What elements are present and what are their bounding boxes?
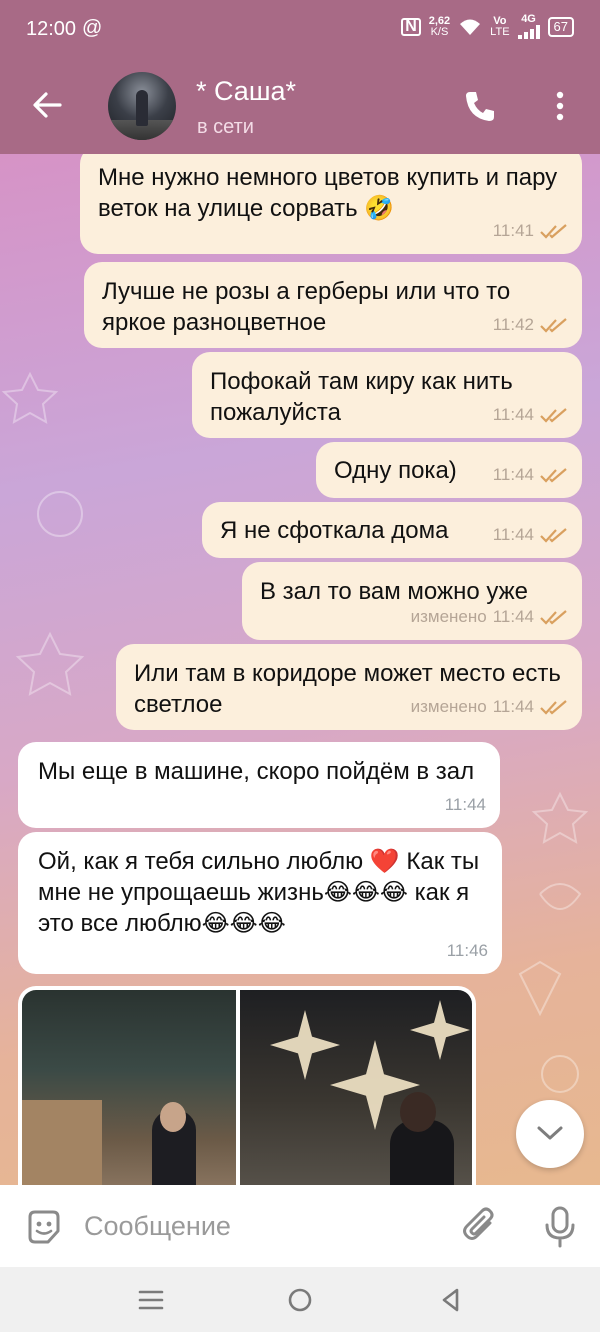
more-vertical-icon[interactable] bbox=[548, 88, 572, 124]
photo-thumbnail[interactable] bbox=[240, 990, 472, 1185]
message-meta: изменено 11:44 bbox=[411, 691, 568, 722]
message-meta: 11:44 bbox=[445, 789, 486, 820]
message-meta: 11:42 bbox=[493, 309, 568, 340]
read-ticks-icon bbox=[540, 527, 567, 543]
nav-back-icon[interactable] bbox=[436, 1285, 466, 1315]
message-outgoing[interactable]: В зал то вам можно уже изменено 11:44 bbox=[242, 562, 582, 640]
avatar-figure bbox=[136, 90, 148, 126]
volte-indicator: Vo LTE bbox=[490, 14, 510, 38]
chevron-down-icon bbox=[537, 1126, 563, 1140]
contact-name[interactable]: * Саша* bbox=[196, 76, 296, 107]
scroll-down-button[interactable] bbox=[516, 1100, 584, 1168]
contact-status: в сети bbox=[197, 116, 254, 138]
photo-thumbnail[interactable] bbox=[22, 990, 236, 1185]
message-time: 11:44 bbox=[492, 697, 534, 716]
message-time: 11:44 bbox=[444, 795, 486, 814]
sticker-emoji-icon[interactable] bbox=[24, 1207, 64, 1247]
photo-album[interactable] bbox=[18, 986, 476, 1185]
message-incoming[interactable]: Мы еще в машине, скоро пойдём в зал 11:4… bbox=[18, 742, 500, 828]
message-text: Мы еще в машине, скоро пойдём в зал bbox=[38, 758, 475, 785]
message-input[interactable] bbox=[84, 1205, 444, 1247]
at-symbol: @ bbox=[82, 17, 103, 39]
status-bar: 12:00 @ N 2,62 K/S Vo LTE 4G 67 bbox=[0, 0, 600, 58]
read-ticks-icon bbox=[540, 407, 567, 423]
speed-unit: K/S bbox=[430, 25, 449, 38]
read-ticks-icon bbox=[540, 467, 567, 483]
chat-area[interactable]: Мне нужно немного цветов купить и пару в… bbox=[0, 154, 600, 1185]
nav-home-icon[interactable] bbox=[285, 1285, 315, 1315]
nav-menu-icon[interactable] bbox=[136, 1285, 166, 1315]
message-meta: 11:46 bbox=[447, 935, 488, 966]
message-composer bbox=[0, 1185, 600, 1267]
message-outgoing[interactable]: Пофокай там киру как нить пожалуйста 11:… bbox=[192, 352, 582, 438]
message-text: Ой, как я тебя сильно люблю ❤️ Как ты мн… bbox=[38, 848, 480, 937]
battery-indicator: 67 bbox=[547, 16, 574, 37]
message-time: 11:46 bbox=[446, 941, 488, 960]
status-time: 12:00 bbox=[26, 18, 77, 40]
message-time: 11:44 bbox=[492, 525, 534, 544]
message-meta: 11:44 bbox=[493, 399, 568, 430]
phone-icon[interactable] bbox=[462, 88, 498, 124]
message-time: 11:42 bbox=[492, 315, 534, 334]
status-icons: N 2,62 K/S Vo LTE 4G 67 bbox=[401, 14, 574, 39]
volte-bottom: LTE bbox=[490, 25, 510, 38]
message-time: 11:44 bbox=[492, 465, 534, 484]
message-outgoing[interactable]: Одну пока) 11:44 bbox=[316, 442, 582, 498]
edited-label: изменено bbox=[410, 607, 487, 626]
network-type: 4G bbox=[521, 13, 536, 25]
signal-icon bbox=[517, 25, 540, 39]
message-incoming[interactable]: Ой, как я тебя сильно люблю ❤️ Как ты мн… bbox=[18, 832, 502, 974]
message-meta: 11:41 bbox=[493, 215, 568, 246]
message-time: 11:44 bbox=[492, 607, 534, 626]
system-nav-bar bbox=[0, 1267, 600, 1332]
photo-face bbox=[160, 1102, 186, 1132]
wifi-icon bbox=[460, 19, 481, 35]
message-time: 11:44 bbox=[492, 405, 534, 424]
message-outgoing[interactable]: Или там в коридоре может место есть свет… bbox=[116, 644, 582, 730]
photo-shelf bbox=[22, 1100, 102, 1185]
read-ticks-icon bbox=[540, 699, 567, 715]
photo-star-lamp bbox=[410, 1000, 470, 1060]
message-meta: 11:44 bbox=[493, 519, 568, 550]
read-ticks-icon bbox=[540, 223, 567, 239]
nfc-icon: N bbox=[401, 17, 421, 36]
message-meta: изменено 11:44 bbox=[411, 601, 568, 632]
signal-indicator: 4G bbox=[517, 13, 540, 39]
photo-face bbox=[400, 1092, 436, 1132]
speed-value: 2,62 bbox=[428, 14, 451, 27]
chat-header: * Саша* в сети bbox=[0, 58, 600, 154]
message-outgoing[interactable]: Я не сфоткала дома 11:44 bbox=[202, 502, 582, 558]
edited-label: изменено bbox=[410, 697, 487, 716]
read-ticks-icon bbox=[540, 609, 567, 625]
back-arrow-icon[interactable] bbox=[30, 88, 64, 122]
volte-top: Vo bbox=[493, 14, 507, 27]
avatar[interactable] bbox=[108, 72, 176, 140]
message-meta: 11:44 bbox=[493, 459, 568, 490]
network-speed: 2,62 K/S bbox=[428, 14, 451, 38]
message-time: 11:41 bbox=[492, 221, 534, 240]
photo-star-lamp bbox=[270, 1010, 340, 1080]
message-outgoing[interactable]: Мне нужно немного цветов купить и пару в… bbox=[80, 154, 582, 254]
read-ticks-icon bbox=[540, 317, 567, 333]
paperclip-icon[interactable] bbox=[460, 1205, 500, 1247]
message-outgoing[interactable]: Лучше не розы а герберы или что то яркое… bbox=[84, 262, 582, 348]
microphone-icon[interactable] bbox=[540, 1205, 580, 1249]
